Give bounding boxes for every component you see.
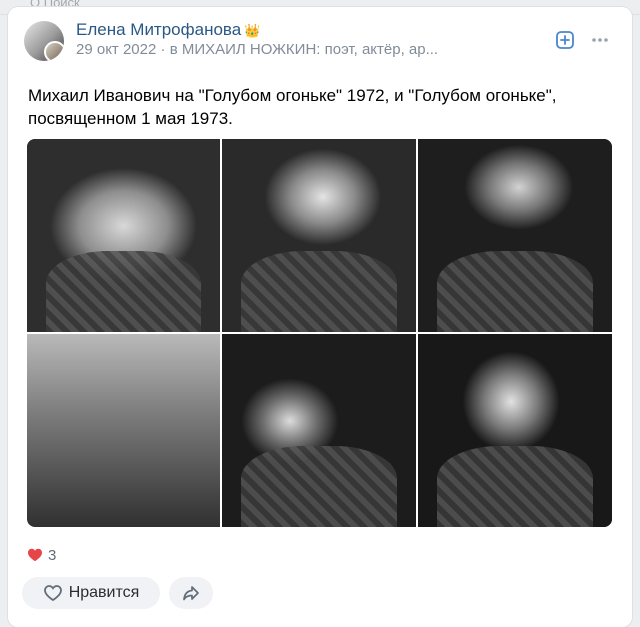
plus-square-icon <box>556 31 574 49</box>
photo-detail <box>241 250 397 332</box>
photo-1[interactable] <box>27 139 220 332</box>
photo-5[interactable] <box>222 334 416 527</box>
photo-3[interactable] <box>418 139 612 332</box>
heart-outline-icon <box>43 585 62 602</box>
like-label: Нравится <box>68 584 140 601</box>
like-button[interactable]: Нравится <box>22 577 160 609</box>
photo-6[interactable] <box>418 334 612 527</box>
photo-2[interactable] <box>222 139 416 332</box>
photo-grid <box>27 139 612 527</box>
photo-detail <box>437 250 593 332</box>
author-name[interactable]: Елена Митрофанова <box>76 20 241 39</box>
share-arrow-icon <box>183 586 199 601</box>
likes-summary[interactable]: 3 <box>27 545 56 565</box>
more-dots-icon <box>592 38 608 42</box>
share-button[interactable] <box>169 577 213 609</box>
more-button[interactable] <box>588 28 612 52</box>
group-avatar[interactable] <box>44 41 64 61</box>
photo-detail <box>46 250 201 332</box>
photo-4[interactable] <box>27 334 220 527</box>
crown-icon: 👑 <box>244 23 261 38</box>
meta-separator: · <box>160 41 166 58</box>
photo-detail <box>437 445 593 527</box>
heart-icon <box>28 548 42 562</box>
post-location[interactable]: в МИХАИЛ НОЖКИН: поэт, актёр, ар... <box>170 41 438 58</box>
post-date[interactable]: 29 окт 2022 <box>76 41 156 58</box>
post-meta: 29 окт 2022 · в МИХАИЛ НОЖКИН: поэт, акт… <box>76 41 542 58</box>
post-author[interactable]: Елена Митрофанова 👑 <box>76 20 260 40</box>
add-button[interactable] <box>553 28 577 52</box>
photo-detail <box>241 445 397 527</box>
post-text: Михаил Иванович на "Голубом огоньке" 197… <box>28 86 557 128</box>
author-avatar[interactable] <box>24 21 64 61</box>
likes-count: 3 <box>48 546 57 564</box>
